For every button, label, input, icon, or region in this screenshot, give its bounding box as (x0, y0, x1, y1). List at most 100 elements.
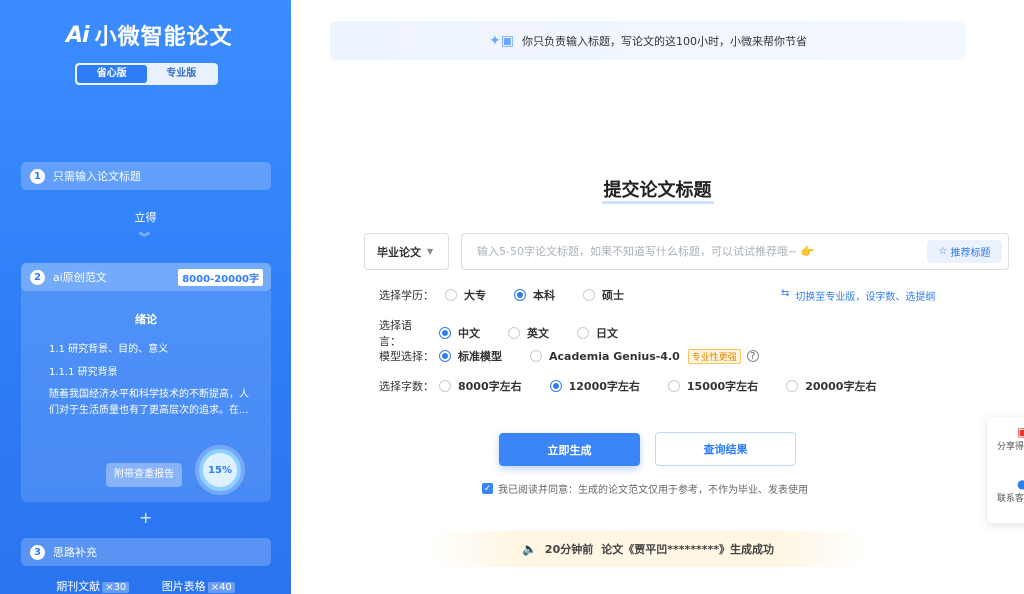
radio[interactable] (439, 327, 451, 339)
sparkle-box-icon: ✦▣ (489, 32, 514, 49)
page-title-text: 提交论文标题 (601, 180, 714, 204)
step-2-bar: 2 ai原创范文 8000-20000字 (21, 263, 271, 291)
notice-time: 20分钟前 (544, 543, 594, 556)
sidebar: Ai 小微智能论文 省心版 专业版 1 只需输入论文标题 立得 ︾ 2 ai原创… (0, 0, 291, 594)
word-option-15000[interactable]: 15000字左右 (667, 378, 759, 394)
query-results-button[interactable]: 查询结果 (655, 432, 796, 466)
recommend-title-label: 推荐标题 (950, 248, 991, 259)
extra-label: 图片表格 (161, 580, 206, 593)
share-reward-button[interactable]: ▣ 分享得 (997, 425, 1024, 452)
step-3-label: 思路补充 (53, 546, 97, 559)
option-label: 本科 (533, 289, 555, 302)
radio[interactable] (439, 380, 451, 392)
logo-mark: Ai (66, 22, 90, 48)
contact-support-button[interactable]: ● 联系客 (997, 477, 1024, 504)
option-label: 中文 (458, 327, 480, 340)
generate-button[interactable]: 立即生成 (499, 433, 640, 466)
option-label: 日文 (596, 327, 618, 340)
plagiarism-report-label: 附带查重报告 (106, 463, 182, 487)
paper-type-select[interactable]: 毕业论文 ▼ (364, 233, 449, 270)
option-label: 标准模型 (458, 350, 502, 363)
agreement-text: 我已阅读并同意：生成的论文范文仅用于参考，不作为毕业、发表使用 (498, 485, 808, 496)
help-icon[interactable]: ? (746, 350, 759, 362)
gift-icon: ▣ (1017, 425, 1024, 439)
support-icon: ● (1017, 477, 1024, 491)
language-label: 选择语言： (379, 319, 412, 348)
similarity-progress-ring: 15% (199, 449, 241, 491)
switch-pro-link[interactable]: ⇆ 切换至专业版，设字数、选提纲 (781, 288, 935, 303)
extra-item-journals: 期刊文献 ×30 (56, 578, 130, 594)
model-row: 模型选择： 标准模型 Academia Genius-4.0 专业性更强 ? (379, 348, 759, 364)
language-option-chinese[interactable]: 中文 (439, 325, 480, 341)
banner-text: 你只负责输入标题，写论文的这100小时，小微来帮你节省 (521, 34, 807, 48)
step-2-number: 2 (30, 269, 45, 285)
word-count-row: 选择字数： 8000字左右 12000字左右 15000字左右 20000字左右 (379, 378, 894, 394)
radio[interactable] (439, 350, 451, 362)
education-option-master[interactable]: 硕士 (583, 287, 624, 303)
mode-toggle: 省心版 专业版 (75, 63, 218, 85)
lightbulb-icon: ☆ (938, 246, 948, 257)
step-2-label: ai原创范文 (53, 271, 107, 284)
radio[interactable] (583, 289, 595, 301)
draft-title: 绪论 (135, 313, 157, 326)
logo[interactable]: Ai 小微智能论文 (66, 19, 233, 51)
word-range-badge: 8000-20000字 (178, 269, 263, 286)
radio[interactable] (514, 289, 526, 301)
model-option-standard[interactable]: 标准模型 (439, 348, 502, 364)
education-option-bachelor[interactable]: 本科 (514, 287, 555, 303)
option-label: 12000字左右 (568, 380, 640, 393)
model-label: 模型选择： (379, 350, 434, 363)
radio[interactable] (445, 289, 457, 301)
draft-section-1: 1.1 研究背景、目的、意义 (49, 344, 169, 355)
agreement-checkbox[interactable]: ✓ (482, 483, 493, 494)
radio[interactable] (549, 380, 562, 392)
share-label: 分享得 (997, 442, 1024, 452)
option-label: 15000字左右 (686, 380, 759, 393)
contact-label: 联系客 (997, 494, 1024, 504)
mode-tab-easy[interactable]: 省心版 (77, 65, 147, 83)
word-count-label: 选择字数： (379, 380, 434, 393)
extras-row: 期刊文献 ×30 图片表格 ×40 (0, 578, 291, 594)
model-option-genius[interactable]: Academia Genius-4.0 (530, 350, 680, 363)
language-option-english[interactable]: 英文 (508, 325, 549, 341)
word-option-20000[interactable]: 20000字左右 (786, 378, 876, 394)
language-option-japanese[interactable]: 日文 (577, 325, 618, 341)
paper-type-value: 毕业论文 (377, 245, 421, 259)
option-label: 硕士 (602, 289, 624, 302)
option-label: 20000字左右 (805, 380, 877, 393)
education-label: 选择学历： (379, 289, 434, 302)
word-option-8000[interactable]: 8000字左右 (439, 378, 522, 394)
radio[interactable] (667, 380, 680, 392)
page-title: 提交论文标题 (0, 176, 1024, 204)
radio[interactable] (786, 380, 799, 392)
option-label: 大专 (464, 289, 486, 302)
recommend-title-button[interactable]: ☆ 推荐标题 (927, 240, 1002, 263)
language-row: 选择语言： 中文 英文 日文 (379, 317, 636, 349)
step-3-bar: 3 思路补充 (21, 538, 271, 566)
floating-side-panel: ▣ 分享得 ● 联系客 (987, 417, 1024, 523)
notice-message: 论文《贾平凹*********》生成成功 (601, 543, 775, 556)
education-option-junior[interactable]: 大专 (445, 287, 486, 303)
radio[interactable] (577, 327, 589, 339)
option-label: 8000字左右 (458, 380, 522, 393)
extra-label: 期刊文献 (56, 580, 101, 593)
pro-badge: 专业性更强 (687, 348, 741, 364)
draft-preview-card: 2 ai原创范文 8000-20000字 绪论 1.1 研究背景、目的、意义 1… (21, 263, 271, 502)
chevron-double-down-icon: ︾ (139, 231, 150, 244)
switch-icon: ⇆ (781, 288, 790, 299)
radio[interactable] (508, 327, 520, 339)
word-option-12000[interactable]: 12000字左右 (549, 378, 640, 394)
step-3-number: 3 (30, 544, 45, 560)
option-label: Academia Genius-4.0 (549, 349, 680, 363)
switch-pro-label: 切换至专业版，设字数、选提纲 (795, 292, 936, 303)
radio[interactable] (530, 350, 542, 362)
extra-count: ×40 (207, 582, 235, 593)
standing-text: 立得 (134, 211, 157, 224)
plus-icon: + (139, 508, 153, 527)
draft-body-text: 随着我国经济水平和科学技术的不断提高，人们对于生活质量也有了更高层次的追求。在.… (49, 389, 249, 416)
mode-tab-pro[interactable]: 专业版 (147, 65, 217, 83)
generation-notice: 🔈 20分钟前 论文《贾平凹*********》生成成功 (430, 531, 866, 567)
agreement-row: ✓ 我已阅读并同意：生成的论文范文仅用于参考，不作为毕业、发表使用 (482, 481, 808, 496)
draft-section-2: 1.1.1 研究背景 (49, 367, 118, 378)
option-label: 英文 (527, 327, 549, 340)
